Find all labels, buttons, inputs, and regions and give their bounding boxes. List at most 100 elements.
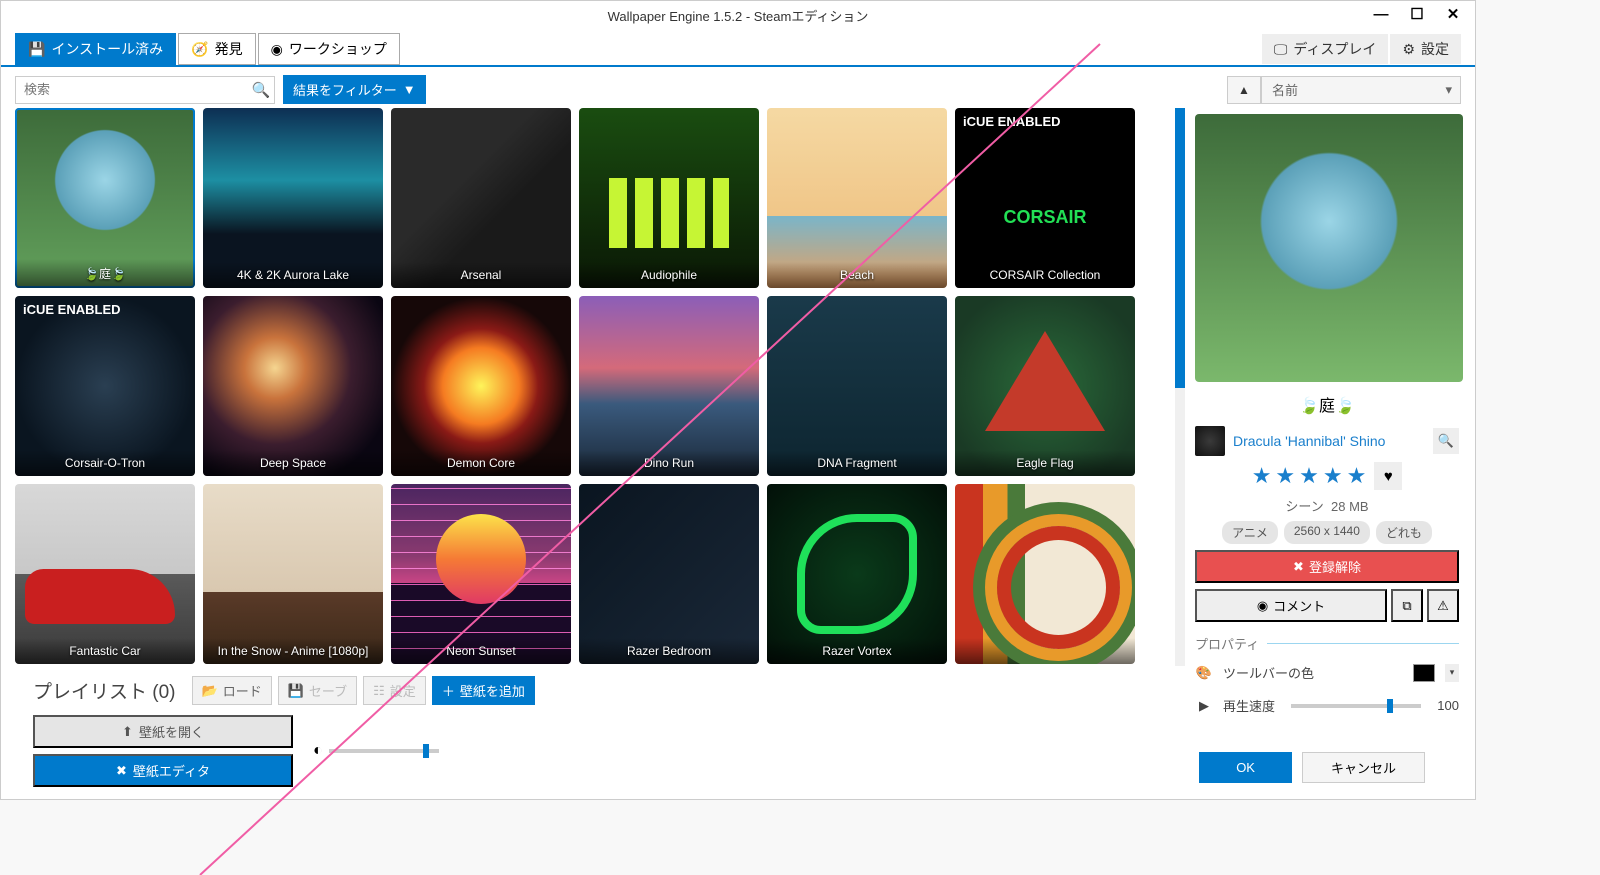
close-icon: ✖ bbox=[1293, 559, 1304, 575]
type-label: シーン bbox=[1285, 499, 1323, 514]
wallpaper-title: CORSAIR Collection bbox=[955, 262, 1135, 288]
brightness-slider[interactable] bbox=[329, 749, 439, 753]
tab-installed[interactable]: 💾 インストール済み bbox=[15, 33, 176, 65]
wallpaper-tile[interactable]: Beach bbox=[767, 108, 947, 288]
palette-icon: 🎨 bbox=[1195, 665, 1213, 681]
wallpaper-tile[interactable]: Fantastic Car bbox=[15, 484, 195, 664]
tag[interactable]: 2560 x 1440 bbox=[1284, 521, 1370, 544]
wallpaper-title: 🍃庭🍃 bbox=[15, 259, 195, 288]
close-icon[interactable]: ✕ bbox=[1435, 1, 1471, 29]
tag[interactable]: どれも bbox=[1376, 521, 1432, 544]
top-tabs: 💾 インストール済み 🧭 発見 ◉ ワークショップ 🖵 ディスプレイ ⚙ 設定 bbox=[1, 29, 1475, 67]
play-icon: ▶ bbox=[1195, 698, 1213, 714]
minimize-icon[interactable]: — bbox=[1363, 1, 1399, 29]
search-input[interactable] bbox=[16, 82, 248, 97]
plus-icon: ＋ bbox=[442, 681, 455, 700]
sort-direction-button[interactable]: ▲ bbox=[1227, 76, 1261, 104]
save-icon: 💾 bbox=[288, 683, 304, 699]
comment-button[interactable]: ◉コメント bbox=[1195, 589, 1387, 622]
save-icon: 💾 bbox=[28, 41, 45, 58]
wallpaper-tile[interactable]: Razer Vortex bbox=[767, 484, 947, 664]
ok-button[interactable]: OK bbox=[1199, 752, 1292, 783]
copy-button[interactable]: ⧉ bbox=[1391, 589, 1423, 622]
rating-stars[interactable]: ★★★★★ bbox=[1252, 463, 1371, 489]
upload-icon: ⬆ bbox=[122, 724, 133, 740]
wallpaper-tile[interactable]: 4K & 2K Aurora Lake bbox=[203, 108, 383, 288]
wallpaper-gallery: 🍃庭🍃 4K & 2K Aurora Lake Arsenal Audiophile B… bbox=[15, 108, 1175, 666]
playlist-save-button[interactable]: 💾セーブ bbox=[278, 676, 357, 705]
sliders-icon: ☷ bbox=[373, 683, 385, 699]
wallpaper-tile[interactable]: Dino Run bbox=[579, 296, 759, 476]
playlist-title: プレイリスト (0) bbox=[33, 677, 176, 704]
wallpaper-tile[interactable]: DNA Fragment bbox=[767, 296, 947, 476]
open-wallpaper-button[interactable]: ⬆壁紙を開く bbox=[33, 715, 293, 748]
wallpaper-tile[interactable]: In the Snow - Anime [1080p] bbox=[203, 484, 383, 664]
wallpaper-title: Eagle Flag bbox=[955, 450, 1135, 476]
brightness-control: ◐ bbox=[313, 742, 439, 760]
cancel-button[interactable]: キャンセル bbox=[1302, 752, 1425, 783]
wallpaper-tile[interactable]: 🍃庭🍃 bbox=[15, 108, 195, 288]
search-icon: 🔍 bbox=[1438, 433, 1454, 449]
unsubscribe-button[interactable]: ✖登録解除 bbox=[1195, 550, 1459, 583]
warning-icon: ⚠ bbox=[1437, 598, 1449, 614]
gallery-scrollbar[interactable] bbox=[1175, 108, 1185, 666]
tab-workshop[interactable]: ◉ ワークショップ bbox=[258, 33, 400, 65]
search-icon[interactable]: 🔍 bbox=[248, 81, 274, 99]
wallpaper-tile[interactable]: Neon Sunset bbox=[391, 484, 571, 664]
wallpaper-tile[interactable]: Corsair-O-Tron bbox=[15, 296, 195, 476]
wallpaper-tile[interactable]: Eagle Flag bbox=[955, 296, 1135, 476]
tools-icon: ✖ bbox=[116, 763, 127, 779]
favorite-button[interactable]: ♥ bbox=[1374, 462, 1402, 490]
filterbar: 🔍 結果をフィルター ▼ ▲ 名前 bbox=[1, 67, 1475, 108]
titlebar: Wallpaper Engine 1.5.2 - Steamエディション — ☐… bbox=[1, 1, 1475, 29]
playlist-load-button[interactable]: 📂ロード bbox=[192, 676, 272, 705]
steam-icon: ◉ bbox=[271, 41, 283, 58]
playlist-row: プレイリスト (0) 📂ロード 💾セーブ ☷設定 ＋壁紙を追加 bbox=[15, 666, 1185, 709]
wallpaper-tile[interactable]: Razer Bedroom bbox=[579, 484, 759, 664]
tab-settings[interactable]: ⚙ 設定 bbox=[1390, 34, 1461, 64]
tag[interactable]: アニメ bbox=[1222, 521, 1278, 544]
wallpaper-tile[interactable]: Retro bbox=[955, 484, 1135, 664]
sort-select[interactable]: 名前 bbox=[1261, 76, 1461, 104]
filter-icon: ▼ bbox=[403, 82, 416, 97]
author-search-button[interactable]: 🔍 bbox=[1433, 428, 1459, 454]
playlist-add-button[interactable]: ＋壁紙を追加 bbox=[432, 676, 535, 705]
maximize-icon[interactable]: ☐ bbox=[1399, 1, 1435, 29]
tab-discover[interactable]: 🧭 発見 bbox=[178, 33, 255, 65]
monitor-icon: 🖵 bbox=[1274, 41, 1288, 58]
wallpaper-title: Audiophile bbox=[579, 262, 759, 288]
wallpaper-title: Demon Core bbox=[391, 450, 571, 476]
tab-display[interactable]: 🖵 ディスプレイ bbox=[1262, 34, 1389, 64]
wallpaper-title: Fantastic Car bbox=[15, 638, 195, 664]
playlist-settings-button[interactable]: ☷設定 bbox=[363, 676, 426, 705]
folder-icon: 📂 bbox=[202, 683, 218, 699]
speed-value: 100 bbox=[1437, 698, 1459, 713]
wallpaper-title: Deep Space bbox=[203, 450, 383, 476]
author-name[interactable]: Dracula 'Hannibal' Shino bbox=[1233, 433, 1425, 449]
wallpaper-tile[interactable]: Demon Core bbox=[391, 296, 571, 476]
wallpaper-tile[interactable]: Deep Space bbox=[203, 296, 383, 476]
property-toolbar-color: 🎨 ツールバーの色 ▾ bbox=[1195, 659, 1459, 686]
wallpaper-title: Corsair-O-Tron bbox=[15, 450, 195, 476]
bottom-row: ⬆壁紙を開く ✖壁紙エディタ ◐ bbox=[15, 709, 1185, 799]
compass-icon: 🧭 bbox=[191, 41, 208, 58]
color-swatch[interactable] bbox=[1413, 664, 1435, 682]
wallpaper-tile[interactable]: Arsenal bbox=[391, 108, 571, 288]
heart-icon: ♥ bbox=[1384, 468, 1393, 485]
filter-results-button[interactable]: 結果をフィルター ▼ bbox=[283, 75, 426, 104]
gear-icon: ⚙ bbox=[1402, 41, 1415, 58]
report-button[interactable]: ⚠ bbox=[1427, 589, 1459, 622]
wallpaper-tile[interactable]: CORSAIR Collection bbox=[955, 108, 1135, 288]
color-dropdown[interactable]: ▾ bbox=[1445, 664, 1459, 682]
speed-slider[interactable] bbox=[1291, 704, 1421, 708]
details-sidebar: 🍃庭🍃 Dracula 'Hannibal' Shino 🔍 ★★★★★ ♥ シ… bbox=[1185, 108, 1475, 799]
wallpaper-tile[interactable]: Audiophile bbox=[579, 108, 759, 288]
wallpaper-editor-button[interactable]: ✖壁紙エディタ bbox=[33, 754, 293, 787]
wallpaper-title: 4K & 2K Aurora Lake bbox=[203, 262, 383, 288]
scrollbar-thumb[interactable] bbox=[1175, 108, 1185, 388]
author-avatar[interactable] bbox=[1195, 426, 1225, 456]
property-play-speed: ▶ 再生速度 100 bbox=[1195, 692, 1459, 719]
wallpaper-title: In the Snow - Anime [1080p] bbox=[203, 638, 383, 664]
search-box[interactable]: 🔍 bbox=[15, 76, 275, 104]
preview-thumbnail bbox=[1195, 114, 1463, 382]
